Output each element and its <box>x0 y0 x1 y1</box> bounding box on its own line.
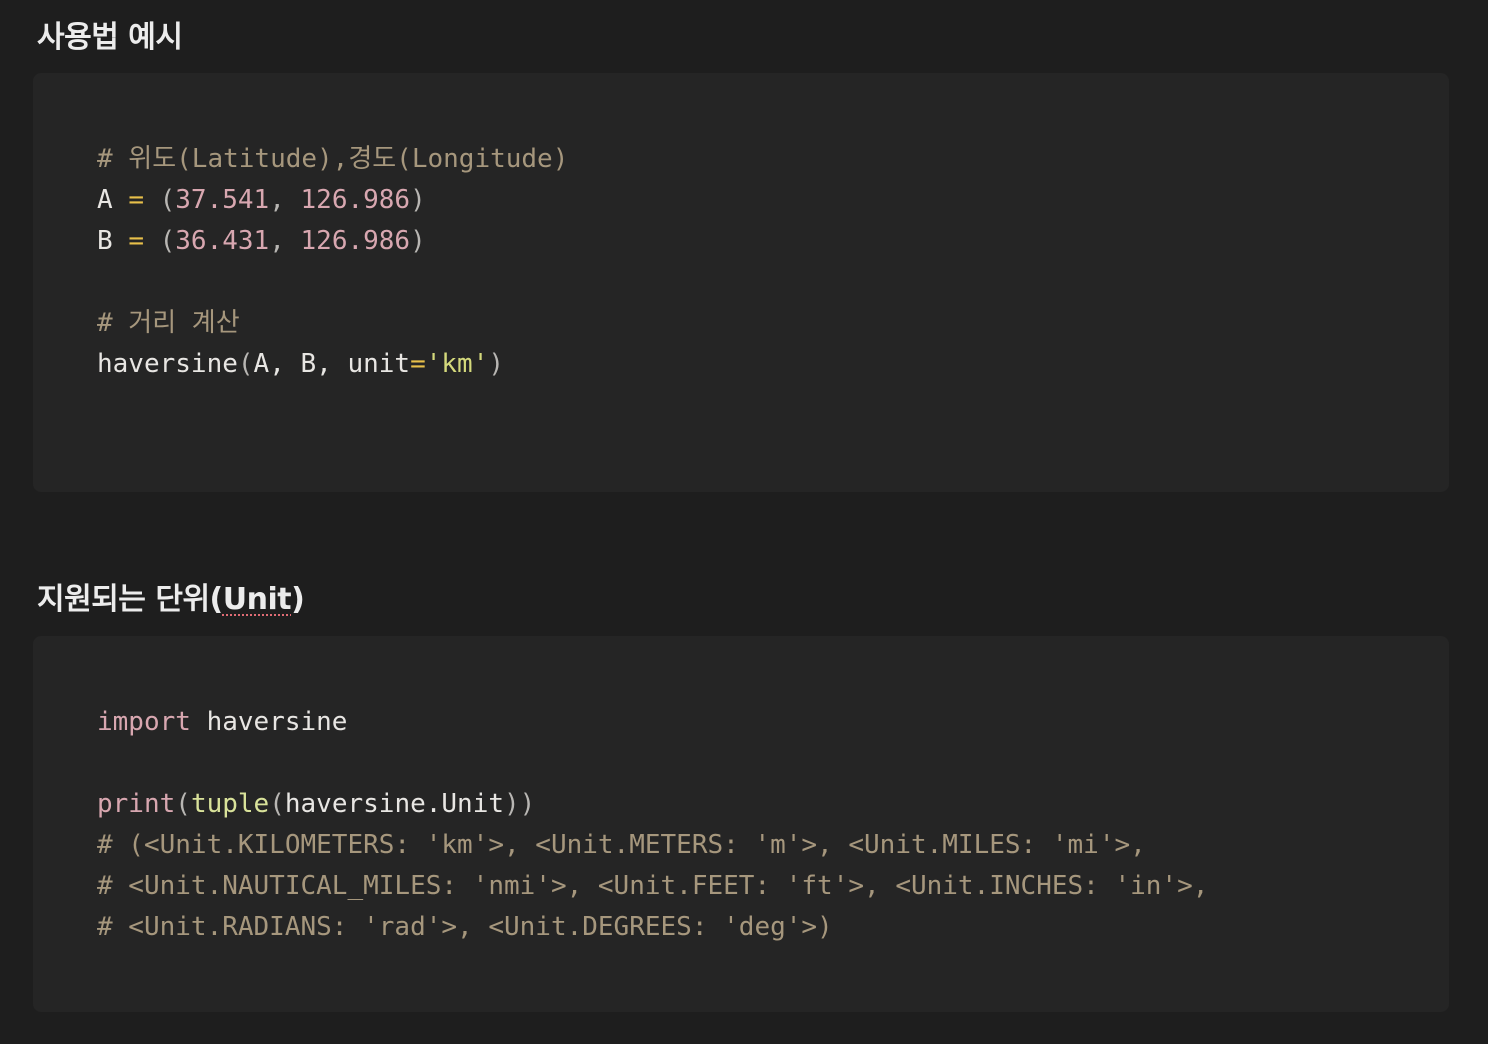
code-line-output: # <Unit.NAUTICAL_MILES: 'nmi'>, <Unit.FE… <box>97 866 1208 907</box>
code-args: A, B, unit <box>253 349 411 379</box>
code-punct: , <box>269 226 301 256</box>
code-punct: , <box>269 185 301 215</box>
spellcheck-word[interactable]: Unit <box>223 582 292 617</box>
code-line-output: # (<Unit.KILOMETERS: 'km'>, <Unit.METERS… <box>97 825 1208 866</box>
code-string: 'km' <box>425 349 489 379</box>
heading-text: 지원되는 단위( <box>37 582 223 617</box>
code-number: 37.541 <box>175 185 270 215</box>
code-content[interactable]: # 위도(Latitude),경도(Longitude) A = (37.541,… <box>97 139 568 385</box>
code-comment: # <Unit.NAUTICAL_MILES: 'nmi'>, <Unit.FE… <box>97 871 1209 901</box>
code-var: B <box>97 226 113 256</box>
code-number: 126.986 <box>300 226 411 256</box>
code-line-a: A = (37.541, 126.986) <box>97 180 568 221</box>
code-punct: ) <box>488 349 505 379</box>
code-function: tuple <box>190 789 270 819</box>
code-operator: = <box>410 349 426 379</box>
code-operator: = <box>128 185 144 215</box>
code-operator: = <box>128 226 144 256</box>
section-heading-units: 지원되는 단위(Unit) <box>37 574 305 618</box>
code-line-import: import haversine <box>97 702 1208 743</box>
code-punct: ( <box>175 789 191 819</box>
code-block-units[interactable]: import haversine print(tuple(haversine.Un… <box>33 636 1449 1012</box>
code-comment: # (<Unit.KILOMETERS: 'km'>, <Unit.METERS… <box>97 830 1146 860</box>
code-punct: ) <box>410 185 426 215</box>
code-line-call: haversine(A, B, unit='km') <box>97 344 568 385</box>
code-comment: # 거리 계산 <box>97 308 240 338</box>
code-function: print <box>97 789 176 819</box>
code-block-usage[interactable]: # 위도(Latitude),경도(Longitude) A = (37.541,… <box>33 73 1449 492</box>
code-number: 126.986 <box>300 185 411 215</box>
code-comment: # <Unit.RADIANS: 'rad'>, <Unit.DEGREES: … <box>97 912 833 942</box>
code-punct: ( <box>159 226 176 256</box>
code-punct: ( <box>269 789 285 819</box>
code-punct: ) <box>410 226 426 256</box>
code-line-output: # <Unit.RADIANS: 'rad'>, <Unit.DEGREES: … <box>97 907 1208 948</box>
code-punct: )) <box>504 789 536 819</box>
code-args: haversine.Unit <box>284 789 505 819</box>
code-comment: # 위도(Latitude),경도(Longitude) <box>97 144 569 174</box>
section-heading-usage: 사용법 예시 <box>37 20 183 55</box>
code-line-b: B = (36.431, 126.986) <box>97 221 568 262</box>
code-content[interactable]: import haversine print(tuple(haversine.Un… <box>97 702 1208 948</box>
code-number: 36.431 <box>175 226 270 256</box>
code-punct: ( <box>237 349 254 379</box>
code-punct: ( <box>159 185 176 215</box>
code-module: haversine <box>190 707 348 737</box>
code-line-print: print(tuple(haversine.Unit)) <box>97 784 1208 825</box>
code-var: A <box>97 185 113 215</box>
code-function: haversine <box>97 349 238 379</box>
code-line-comment: # 거리 계산 <box>97 303 568 344</box>
code-keyword: import <box>97 707 191 737</box>
heading-text: ) <box>291 582 305 617</box>
code-line-comment: # 위도(Latitude),경도(Longitude) <box>97 139 568 180</box>
